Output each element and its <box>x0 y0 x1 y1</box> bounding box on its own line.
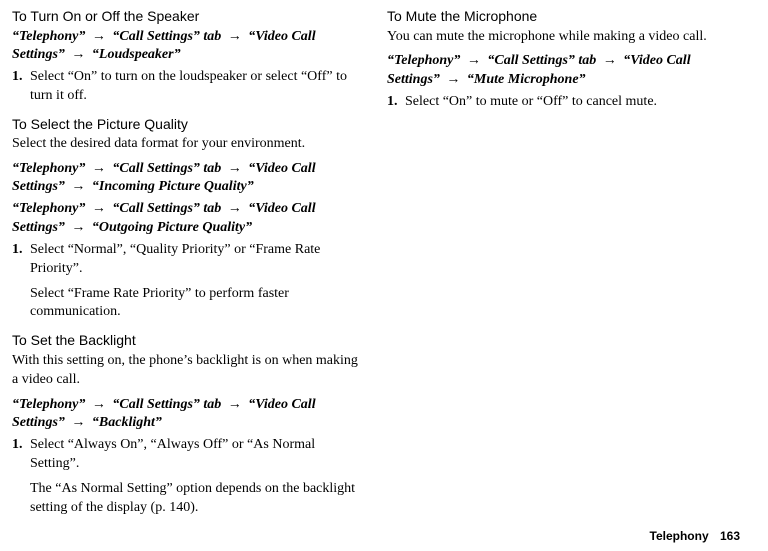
section-intro: Select the desired data format for your … <box>12 135 365 154</box>
footer-page-number: 163 <box>720 529 740 543</box>
step-text: Select “Normal”, “Quality Priority” or “… <box>30 241 365 323</box>
step-text: Select “On” to turn on the loudspeaker o… <box>30 68 365 106</box>
nav-path-backlight: “Telephony” → “Call Settings” tab → “Vid… <box>12 396 365 432</box>
step-sub: The “As Normal Setting” option depends o… <box>30 480 365 518</box>
step: 1. Select “On” to turn on the loudspeake… <box>12 68 365 106</box>
section-title: To Turn On or Off the Speaker <box>12 8 365 26</box>
nav-path-outgoing: “Telephony” → “Call Settings” tab → “Vid… <box>12 200 365 236</box>
step-number: 1. <box>12 241 30 323</box>
nav-path-mute: “Telephony” → “Call Settings” tab → “Vid… <box>387 52 740 88</box>
section-title: To Mute the Microphone <box>387 8 740 26</box>
section-picture-quality: To Select the Picture Quality Select the… <box>12 116 365 323</box>
section-title: To Set the Backlight <box>12 332 365 350</box>
footer-label: Telephony <box>650 529 709 543</box>
section-intro: With this setting on, the phone’s backli… <box>12 352 365 390</box>
step-number: 1. <box>12 436 30 518</box>
right-column: To Mute the Microphone You can mute the … <box>387 8 740 528</box>
section-mute-mic: To Mute the Microphone You can mute the … <box>387 8 740 112</box>
step-sub: Select “Frame Rate Priority” to perform … <box>30 285 365 323</box>
step-number: 1. <box>12 68 30 106</box>
section-intro: You can mute the microphone while making… <box>387 28 740 47</box>
left-column: To Turn On or Off the Speaker “Telephony… <box>12 8 365 528</box>
section-title: To Select the Picture Quality <box>12 116 365 134</box>
step-main: Select “Always On”, “Always Off” or “As … <box>30 436 365 474</box>
step: 1. Select “Normal”, “Quality Priority” o… <box>12 241 365 323</box>
step-text: Select “On” to mute or “Off” to cancel m… <box>405 93 740 112</box>
nav-path-speaker: “Telephony” → “Call Settings” tab → “Vid… <box>12 28 365 64</box>
nav-path-incoming: “Telephony” → “Call Settings” tab → “Vid… <box>12 160 365 196</box>
step: 1. Select “On” to mute or “Off” to cance… <box>387 93 740 112</box>
page-footer: Telephony 163 <box>650 529 741 543</box>
step-text: Select “Always On”, “Always Off” or “As … <box>30 436 365 518</box>
step-number: 1. <box>387 93 405 112</box>
step: 1. Select “Always On”, “Always Off” or “… <box>12 436 365 518</box>
section-speaker: To Turn On or Off the Speaker “Telephony… <box>12 8 365 106</box>
step-main: Select “Normal”, “Quality Priority” or “… <box>30 241 365 279</box>
section-backlight: To Set the Backlight With this setting o… <box>12 332 365 517</box>
